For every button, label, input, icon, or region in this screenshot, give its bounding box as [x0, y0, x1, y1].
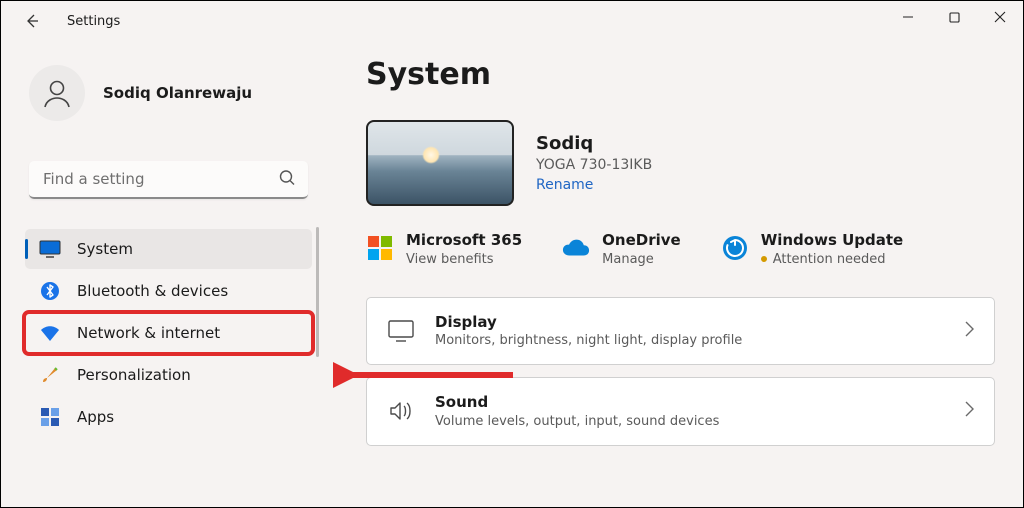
- close-button[interactable]: [977, 1, 1023, 33]
- service-title: Windows Update: [761, 232, 904, 249]
- wifi-icon: [39, 322, 61, 344]
- search-icon: [279, 170, 296, 191]
- main: System Sodiq YOGA 730-13IKB Rename Micro…: [326, 41, 1023, 507]
- card-sub: Volume levels, output, input, sound devi…: [435, 414, 719, 429]
- nav-label: Network & internet: [77, 324, 220, 342]
- service-sub: Manage: [602, 252, 681, 267]
- system-icon: [39, 238, 61, 260]
- onedrive-icon: [562, 234, 590, 262]
- settings-window: Settings Sodiq Olanrewaju: [0, 0, 1024, 508]
- device-thumbnail[interactable]: [366, 120, 514, 206]
- device-model: YOGA 730-13IKB: [536, 157, 652, 173]
- nav-item-bluetooth[interactable]: Bluetooth & devices: [25, 271, 312, 311]
- device-row: Sodiq YOGA 730-13IKB Rename: [366, 120, 995, 206]
- app-title: Settings: [67, 14, 120, 29]
- nav-label: Apps: [77, 408, 114, 426]
- search: [29, 161, 308, 199]
- service-title: Microsoft 365: [406, 232, 522, 249]
- window-controls: [885, 1, 1023, 33]
- service-title: OneDrive: [602, 232, 681, 249]
- service-sub: Attention needed: [761, 252, 904, 267]
- card-title: Sound: [435, 394, 719, 411]
- titlebar: Settings: [1, 1, 1023, 41]
- card-sound[interactable]: Sound Volume levels, output, input, soun…: [366, 377, 995, 446]
- nav-scrollbar[interactable]: [316, 227, 319, 357]
- profile-name: Sodiq Olanrewaju: [103, 84, 252, 102]
- nav-label: System: [77, 240, 133, 258]
- rename-link[interactable]: Rename: [536, 177, 652, 193]
- card-display[interactable]: Display Monitors, brightness, night ligh…: [366, 297, 995, 366]
- sidebar: Sodiq Olanrewaju System: [1, 41, 326, 507]
- page-title: System: [366, 57, 995, 92]
- chevron-right-icon: [964, 401, 974, 421]
- search-input[interactable]: [29, 161, 308, 199]
- m365-icon: [366, 234, 394, 262]
- nav-label: Bluetooth & devices: [77, 282, 228, 300]
- nav-item-personalization[interactable]: Personalization: [25, 355, 312, 395]
- services: Microsoft 365 View benefits OneDrive Man…: [366, 232, 995, 267]
- chevron-right-icon: [964, 321, 974, 341]
- service-windows-update[interactable]: Windows Update Attention needed: [721, 232, 904, 267]
- nav-item-apps[interactable]: Apps: [25, 397, 312, 437]
- bluetooth-icon: [39, 280, 61, 302]
- maximize-button[interactable]: [931, 1, 977, 33]
- device-info: Sodiq YOGA 730-13IKB Rename: [536, 133, 652, 193]
- display-icon: [387, 317, 415, 345]
- nav-item-system[interactable]: System: [25, 229, 312, 269]
- service-onedrive[interactable]: OneDrive Manage: [562, 232, 681, 267]
- nav-item-network[interactable]: Network & internet: [25, 313, 312, 353]
- device-name: Sodiq: [536, 133, 652, 155]
- profile[interactable]: Sodiq Olanrewaju: [29, 65, 316, 121]
- nav-label: Personalization: [77, 366, 191, 384]
- brush-icon: [39, 364, 61, 386]
- update-icon: [721, 234, 749, 262]
- service-m365[interactable]: Microsoft 365 View benefits: [366, 232, 522, 267]
- sound-icon: [387, 397, 415, 425]
- avatar: [29, 65, 85, 121]
- apps-icon: [39, 406, 61, 428]
- back-button[interactable]: [17, 6, 47, 36]
- card-sub: Monitors, brightness, night light, displ…: [435, 333, 742, 348]
- minimize-button[interactable]: [885, 1, 931, 33]
- card-title: Display: [435, 314, 742, 331]
- service-sub: View benefits: [406, 252, 522, 267]
- nav: System Bluetooth & devices Network & int…: [21, 227, 316, 439]
